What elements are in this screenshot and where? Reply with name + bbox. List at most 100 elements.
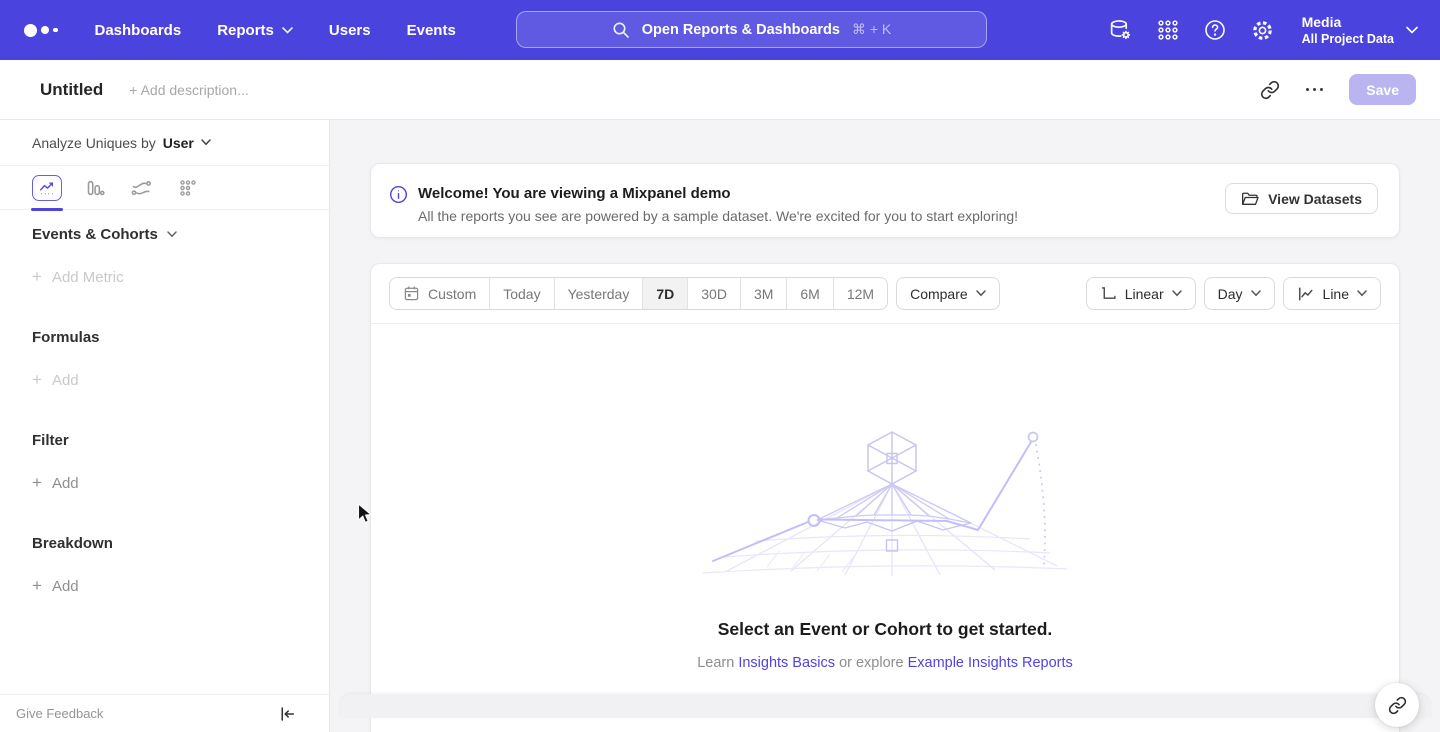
events-cohorts-label: Events & Cohorts [32, 226, 158, 243]
chevron-down-icon [1406, 26, 1418, 34]
project-selector[interactable]: Media All Project Data [1302, 13, 1418, 47]
tab-flow[interactable] [124, 166, 158, 210]
scale-selector[interactable]: Linear [1086, 277, 1196, 310]
range-3m[interactable]: 3M [740, 278, 786, 309]
range-yesterday[interactable]: Yesterday [554, 278, 643, 309]
interval-label: Day [1218, 286, 1243, 302]
sidebar-sections: Events & Cohorts + Add Metric Formulas +… [0, 226, 329, 596]
chevron-down-icon [976, 290, 986, 297]
chevron-down-icon [1172, 290, 1182, 297]
query-builder-sidebar: Analyze Uniques by User [0, 120, 330, 732]
range-today[interactable]: Today [489, 278, 553, 309]
chart-type-label: Line [1323, 286, 1349, 302]
report-description-placeholder[interactable]: + Add description... [129, 82, 248, 98]
controls-divider [371, 323, 1399, 324]
report-title[interactable]: Untitled [40, 80, 103, 100]
data-management-icon[interactable] [1108, 18, 1133, 43]
add-breakdown-label: Add [52, 578, 79, 595]
nav-events-label: Events [407, 22, 456, 39]
empty-state: Select an Event or Cohort to get started… [371, 424, 1399, 671]
nav-dashboards[interactable]: Dashboards [95, 22, 182, 39]
range-7d[interactable]: 7D [642, 278, 687, 309]
chart-display-controls: Linear Day Line [1086, 277, 1381, 310]
apps-grid-icon[interactable] [1156, 18, 1180, 42]
welcome-banner: Welcome! You are viewing a Mixpanel demo… [370, 163, 1400, 238]
project-name: Media [1302, 13, 1394, 31]
tab-bar-chart[interactable] [77, 166, 111, 210]
nav-users[interactable]: Users [329, 22, 371, 39]
insights-basics-link[interactable]: Insights Basics [738, 655, 835, 671]
add-breakdown-button[interactable]: + Add [32, 576, 297, 596]
visualization-tabs [0, 166, 329, 210]
add-metric-button[interactable]: + Add Metric [32, 267, 297, 287]
give-feedback-link[interactable]: Give Feedback [16, 706, 103, 721]
range-12m[interactable]: 12M [833, 278, 887, 309]
add-formula-button[interactable]: + Add [32, 370, 297, 390]
plus-icon: + [32, 576, 42, 596]
project-scope: All Project Data [1302, 31, 1394, 47]
more-options-icon[interactable] [1304, 84, 1326, 96]
compare-button[interactable]: Compare [896, 277, 1000, 310]
report-header-actions: Save [1260, 74, 1416, 105]
analyze-row: Analyze Uniques by User [0, 120, 329, 166]
range-6m-label: 6M [800, 286, 819, 302]
axes-icon [1100, 285, 1117, 302]
nav-right-cluster: Media All Project Data [1108, 0, 1418, 60]
banner-title: Welcome! You are viewing a Mixpanel demo [418, 185, 731, 202]
collapse-sidebar-icon[interactable] [278, 706, 313, 722]
tab-scatter[interactable] [171, 166, 205, 210]
range-30d[interactable]: 30D [687, 278, 740, 309]
chain-link-icon [1388, 696, 1407, 715]
add-metric-label: Add Metric [52, 269, 124, 286]
section-events-cohorts: Events & Cohorts [32, 226, 297, 243]
search-placeholder: Open Reports & Dashboards [642, 22, 840, 38]
range-custom[interactable]: Custom [390, 278, 489, 309]
empty-state-links: Learn Insights Basics or explore Example… [371, 655, 1399, 671]
sidebar-footer: Give Feedback [0, 694, 329, 732]
calendar-icon [403, 285, 420, 302]
example-reports-link[interactable]: Example Insights Reports [908, 655, 1073, 671]
view-datasets-button[interactable]: View Datasets [1225, 183, 1378, 214]
explore-text: or explore [839, 655, 903, 671]
global-search-input[interactable]: Open Reports & Dashboards ⌘ + K [516, 11, 987, 48]
help-icon[interactable] [1203, 18, 1227, 42]
breakdown-label: Breakdown [32, 535, 113, 552]
line-chart-icon [1297, 286, 1315, 302]
chevron-down-icon [1251, 290, 1261, 297]
settings-gear-icon[interactable] [1250, 18, 1275, 43]
banner-subtitle: All the reports you see are powered by a… [418, 208, 1018, 224]
formulas-label: Formulas [32, 329, 100, 346]
analyze-entity-selector[interactable]: User [163, 135, 211, 151]
add-filter-button[interactable]: + Add [32, 473, 297, 493]
nav-events[interactable]: Events [407, 22, 456, 39]
nav-reports-label: Reports [217, 22, 274, 39]
chevron-down-icon [201, 139, 211, 146]
save-button[interactable]: Save [1349, 74, 1416, 105]
mixpanel-logo-icon[interactable] [24, 24, 58, 37]
range-3m-label: 3M [754, 286, 773, 302]
tab-insights-line[interactable] [30, 166, 64, 210]
copy-link-icon[interactable] [1260, 80, 1280, 100]
share-link-fab[interactable] [1375, 683, 1419, 727]
folder-icon [1241, 191, 1259, 207]
range-7d-label: 7D [656, 286, 674, 302]
info-icon [389, 185, 408, 209]
main-content: Welcome! You are viewing a Mixpanel demo… [330, 120, 1440, 732]
chevron-down-icon[interactable] [167, 231, 177, 238]
add-formula-label: Add [52, 372, 79, 389]
primary-nav: Dashboards Reports Users Events [95, 22, 456, 39]
bar-chart-icon [79, 175, 109, 201]
chart-type-selector[interactable]: Line [1283, 277, 1381, 310]
interval-selector[interactable]: Day [1204, 277, 1275, 310]
range-6m[interactable]: 6M [786, 278, 832, 309]
top-nav: Dashboards Reports Users Events Open Rep… [0, 0, 1440, 60]
nav-reports[interactable]: Reports [217, 22, 293, 39]
report-card: Custom Today Yesterday 7D 30D 3M 6M 12M … [370, 263, 1400, 732]
range-today-label: Today [503, 286, 540, 302]
search-shortcut: ⌘ + K [852, 21, 891, 38]
range-12m-label: 12M [847, 286, 874, 302]
search-icon [612, 21, 630, 39]
plus-icon: + [32, 473, 42, 493]
plus-icon: + [32, 370, 42, 390]
empty-state-title: Select an Event or Cohort to get started… [371, 619, 1399, 640]
